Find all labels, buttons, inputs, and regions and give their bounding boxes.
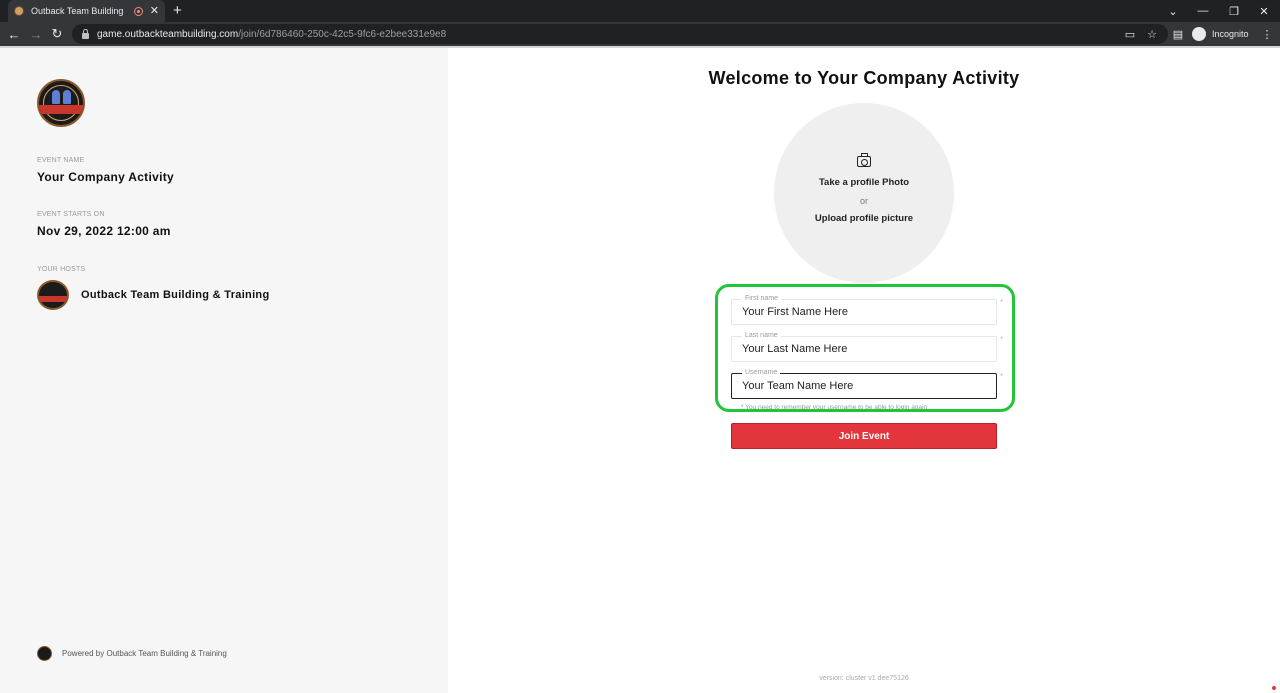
- first-name-required-mark: *: [1000, 298, 1004, 307]
- hosts-label: YOUR HOSTS: [37, 266, 86, 273]
- window-close-icon[interactable]: ✕: [1249, 0, 1279, 22]
- event-starts: Nov 29, 2022 12:00 am: [37, 224, 171, 238]
- browser-tab[interactable]: Outback Team Building ✕: [8, 0, 165, 22]
- event-sidebar: EVENT NAME Your Company Activity EVENT S…: [0, 48, 448, 693]
- powered-by-logo: [37, 646, 52, 661]
- restore-icon[interactable]: ❐: [1219, 0, 1249, 22]
- version-text: version: cluster v1 dee75126: [819, 675, 909, 682]
- incognito-label: Incognito: [1212, 29, 1249, 39]
- bookmark-star-icon[interactable]: ☆: [1144, 25, 1160, 43]
- last-name-required-mark: *: [1000, 335, 1004, 344]
- username-required-mark: *: [1000, 372, 1004, 381]
- page-title: Welcome to Your Company Activity: [708, 68, 1020, 88]
- browser-menu-icon[interactable]: ⋮: [1259, 25, 1275, 43]
- event-name-label: EVENT NAME: [37, 157, 85, 164]
- powered-by-text: Powered by Outback Team Building & Train…: [62, 649, 227, 658]
- recording-icon: [133, 6, 143, 16]
- username-helper-text: * You need to remember your username to …: [741, 404, 928, 410]
- url-path: /join/6d786460-250c-42c5-9fc6-e2bee331e9…: [238, 28, 447, 40]
- site-favicon-icon: [14, 6, 24, 16]
- upload-picture-link[interactable]: Upload profile picture: [774, 213, 954, 224]
- first-name-input[interactable]: [742, 300, 992, 324]
- event-starts-label: EVENT STARTS ON: [37, 211, 105, 218]
- url-host: game.outbackteambuilding.com: [97, 28, 239, 40]
- reload-icon[interactable]: ↻: [48, 25, 66, 43]
- username-field[interactable]: Username: [731, 368, 997, 399]
- tab-title: Outback Team Building: [31, 6, 124, 16]
- last-name-input[interactable]: [742, 337, 992, 361]
- lock-icon[interactable]: [82, 28, 89, 39]
- side-panel-icon[interactable]: ▤: [1170, 25, 1186, 43]
- host-name: Outback Team Building & Training: [81, 289, 270, 301]
- tab-close-icon[interactable]: ✕: [150, 5, 159, 17]
- camera-icon[interactable]: ▭: [1122, 25, 1138, 43]
- camera-icon: [857, 153, 871, 167]
- forward-icon[interactable]: →: [27, 25, 45, 43]
- event-name: Your Company Activity: [37, 170, 174, 184]
- incognito-icon: [1192, 27, 1206, 41]
- host-avatar: [37, 280, 69, 310]
- first-name-field[interactable]: First name: [731, 294, 997, 325]
- tab-search-icon[interactable]: ⌄: [1158, 0, 1188, 22]
- profile-photo-picker[interactable]: Take a profile Photo or Upload profile p…: [774, 103, 954, 283]
- browser-tab-bar: Outback Team Building ✕ + ⌄ — ❐ ✕: [0, 0, 1280, 22]
- new-tab-icon[interactable]: +: [173, 2, 182, 19]
- join-event-button[interactable]: Join Event: [731, 423, 997, 449]
- incognito-indicator[interactable]: Incognito: [1192, 26, 1249, 42]
- status-dot: [1272, 686, 1276, 690]
- last-name-field[interactable]: Last name: [731, 331, 997, 362]
- back-icon[interactable]: ←: [5, 25, 23, 43]
- or-separator: or: [859, 196, 868, 206]
- take-photo-link[interactable]: Take a profile Photo: [774, 177, 954, 188]
- username-input[interactable]: [742, 374, 992, 398]
- minimize-icon[interactable]: —: [1188, 0, 1218, 22]
- company-logo: [37, 79, 85, 127]
- browser-toolbar: ← → ↻ game.outbackteambuilding.com /join…: [0, 22, 1280, 46]
- address-bar[interactable]: game.outbackteambuilding.com /join/6d786…: [72, 24, 1168, 44]
